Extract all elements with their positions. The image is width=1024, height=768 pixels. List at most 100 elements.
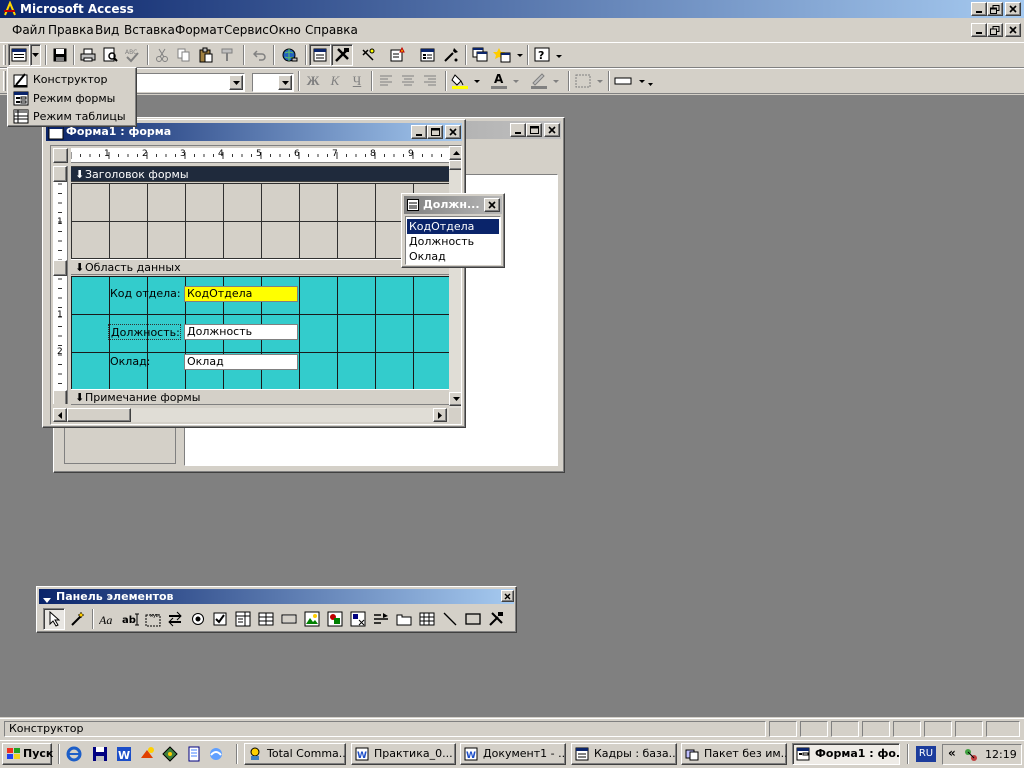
fill-color-icon[interactable] [450, 70, 484, 92]
view-menu-item-datasheet[interactable]: Режим таблицы [11, 108, 133, 126]
scroll-left-arrow[interactable] [53, 408, 67, 422]
app-close-button[interactable] [1005, 2, 1021, 16]
field-textbox-kod-otdela[interactable]: КодОтдела [184, 286, 298, 302]
build-icon[interactable] [440, 44, 462, 66]
menu-view[interactable]: Вид [95, 20, 119, 40]
maximize-icon[interactable] [526, 123, 542, 137]
font-color-icon[interactable]: A [489, 70, 523, 92]
font-name-select[interactable] [135, 73, 245, 92]
section-selector-detail[interactable] [53, 260, 67, 276]
field-label-dolzhnost[interactable]: Должность: [108, 324, 181, 340]
field-list-window[interactable]: Должн... КодОтдела Должность Оклад [401, 193, 505, 268]
app-titlebar[interactable]: Microsoft Access [0, 0, 1024, 18]
taskbar-button-dokument1[interactable]: W Документ1 - ... [460, 743, 566, 765]
command-button-icon[interactable] [278, 608, 300, 630]
minimize-icon[interactable] [411, 125, 427, 139]
checkbox-icon[interactable] [209, 608, 231, 630]
align-center-icon[interactable] [397, 70, 419, 92]
toolbox-options-arrow[interactable] [43, 593, 51, 606]
align-right-icon[interactable] [419, 70, 441, 92]
toolbox-window[interactable]: Панель элементов Aa ab xyz [36, 586, 517, 633]
taskbar-button-kadry[interactable]: Кадры : база... [571, 743, 677, 765]
label-icon[interactable]: Aa [97, 608, 119, 630]
pointer-icon[interactable] [43, 608, 65, 630]
bold-button[interactable]: Ж [302, 70, 324, 92]
tab-control-icon[interactable] [393, 608, 415, 630]
maximize-icon[interactable] [427, 125, 443, 139]
access-app-icon[interactable] [2, 0, 18, 17]
taskbar-button-praktika[interactable]: W Практика_0... [351, 743, 456, 765]
menu-edit[interactable]: Правка [48, 20, 94, 40]
wizard-icon[interactable] [67, 608, 89, 630]
autoformat-icon[interactable] [357, 44, 379, 66]
chevron-down-icon[interactable] [278, 75, 292, 90]
minimize-icon[interactable] [510, 123, 526, 137]
bound-frame-icon[interactable] [347, 608, 369, 630]
combobox-icon[interactable] [232, 608, 254, 630]
field-label-kod-otdela[interactable]: Код отдела: [108, 286, 181, 302]
menu-help[interactable]: Справка [305, 20, 358, 40]
align-left-icon[interactable] [375, 70, 397, 92]
field-list-item[interactable]: Должность [407, 234, 499, 249]
start-button[interactable]: Пуск [2, 743, 53, 765]
app-minimize-button[interactable] [971, 2, 987, 16]
save-icon[interactable] [49, 44, 71, 66]
textbox-icon[interactable]: ab [120, 608, 142, 630]
close-icon[interactable] [445, 125, 461, 139]
database-window-icon[interactable] [469, 44, 491, 66]
print-icon[interactable] [77, 44, 99, 66]
view-menu-item-design[interactable]: Конструктор [11, 71, 133, 89]
close-icon[interactable] [544, 123, 560, 137]
font-size-select[interactable] [252, 73, 294, 92]
menu-insert[interactable]: Вставка [124, 20, 175, 40]
close-icon[interactable] [501, 590, 514, 602]
print-preview-icon[interactable] [99, 44, 121, 66]
app-restore-button[interactable] [987, 2, 1003, 16]
toolbar-grip[interactable] [3, 71, 6, 91]
form-header-bar[interactable]: ⬇Заголовок формы [71, 166, 449, 182]
vertical-scrollbar[interactable] [449, 146, 461, 408]
image-icon[interactable] [301, 608, 323, 630]
detail-section-bar[interactable]: ⬇Область данных [71, 259, 449, 275]
detail-section[interactable]: Код отдела: КодОтдела Должность: Должнос… [71, 276, 449, 389]
line-icon[interactable] [439, 608, 461, 630]
option-group-icon[interactable]: xyz [142, 608, 164, 630]
help-icon[interactable]: ? [533, 44, 565, 66]
view-button[interactable] [8, 44, 30, 66]
toolbox-icon[interactable] [331, 44, 353, 66]
chevron-down-icon[interactable] [229, 75, 243, 90]
app-launcher-icon[interactable] [139, 746, 155, 762]
field-textbox-oklad[interactable]: Оклад [184, 354, 298, 370]
internet-explorer-icon[interactable] [66, 746, 82, 762]
paste-icon[interactable] [195, 44, 217, 66]
field-list-item[interactable]: КодОтдела [407, 219, 499, 234]
field-list-icon[interactable] [309, 44, 331, 66]
language-indicator[interactable]: RU [916, 746, 936, 762]
subform-icon[interactable] [416, 608, 438, 630]
doc-minimize-button[interactable] [971, 23, 987, 37]
network-tray-icon[interactable] [963, 747, 979, 763]
undo-icon[interactable] [249, 44, 271, 66]
doc-restore-button[interactable] [987, 23, 1003, 37]
page-break-icon[interactable] [370, 608, 392, 630]
section-selector-footer[interactable] [53, 390, 67, 404]
ie-shortcut-icon[interactable] [208, 746, 224, 762]
word-icon[interactable]: W [116, 746, 132, 762]
hyperlink-icon[interactable] [279, 44, 301, 66]
scroll-thumb[interactable] [67, 408, 131, 422]
italic-button[interactable]: К [324, 70, 346, 92]
unbound-frame-icon[interactable] [324, 608, 346, 630]
view-menu-item-form[interactable]: Режим формы [11, 90, 133, 108]
toggle-button-icon[interactable] [164, 608, 186, 630]
menu-file[interactable]: Файл [12, 20, 45, 40]
scroll-right-arrow[interactable] [433, 408, 447, 422]
field-textbox-dolzhnost[interactable]: Должность [184, 324, 298, 340]
spelling-icon[interactable]: ABC [121, 44, 143, 66]
toolbox-titlebar[interactable]: Панель элементов [39, 589, 514, 604]
rectangle-icon[interactable] [462, 608, 484, 630]
more-controls-icon[interactable] [485, 608, 507, 630]
new-object-icon[interactable] [492, 44, 524, 66]
field-label-oklad[interactable]: Оклад: [108, 354, 150, 370]
field-list-box[interactable]: КодОтдела Должность Оклад [405, 216, 501, 265]
border-width-icon[interactable] [573, 70, 607, 92]
